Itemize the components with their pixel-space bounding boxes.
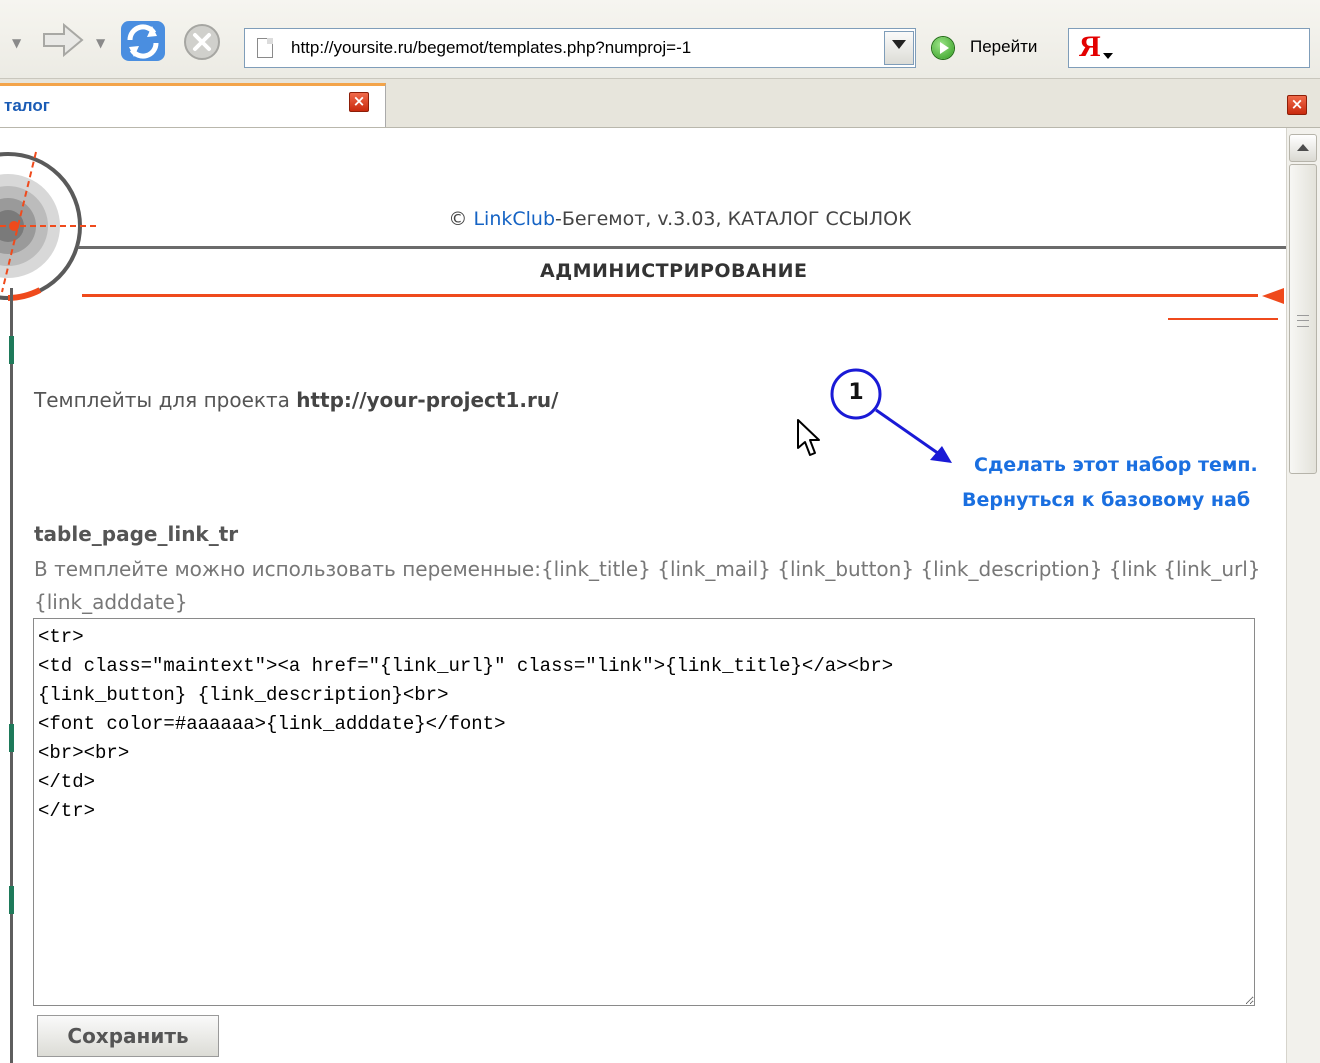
search-box[interactable]: Я [1068, 28, 1310, 68]
close-tab-icon[interactable]: × [349, 92, 369, 112]
template-name: table_page_link_tr [34, 522, 239, 546]
copyright-prefix: © [448, 208, 474, 230]
scroll-grip-icon [1297, 315, 1309, 327]
project-url: http://your-project1.ru/ [296, 388, 559, 412]
templates-for-text: Темплейты для проекта http://your-projec… [34, 388, 558, 412]
left-rule-marker [9, 724, 14, 752]
left-rule-marker [9, 336, 14, 364]
red-divider-short [1168, 318, 1278, 320]
vertical-scrollbar[interactable] [1286, 128, 1320, 1063]
copyright-line: © LinkClub-Бегемот, v.3.03, КАТАЛОГ ССЫЛ… [0, 208, 1286, 230]
forward-dropdown-icon[interactable]: ▼ [96, 36, 105, 50]
save-button[interactable]: Сохранить [37, 1015, 219, 1057]
admin-title: АДМИНИСТРИРОВАНИЕ [540, 260, 808, 282]
go-icon [932, 37, 954, 59]
go-label: Перейти [970, 37, 1038, 56]
scroll-up-button[interactable] [1289, 134, 1317, 162]
template-variables-hint: В темплейте можно использовать переменны… [34, 557, 1261, 614]
tab-title: талог [4, 96, 50, 115]
address-bar[interactable]: http://yoursite.ru/begemot/templates.php… [244, 28, 916, 68]
mouse-cursor-icon [797, 419, 820, 456]
tab-bar: талог × × [0, 79, 1320, 128]
forward-arrow-icon[interactable] [40, 20, 86, 60]
address-dropdown-button[interactable] [884, 31, 914, 65]
copyright-text: -Бегемот, v.3.03, КАТАЛОГ ССЫЛОК [555, 208, 912, 230]
back-dropdown-icon[interactable]: ▼ [12, 36, 21, 50]
browser-toolbar: ▼ ▼ http://yoursite.ru/begemot/templates… [0, 0, 1320, 79]
yandex-logo-icon[interactable]: Я [1079, 31, 1101, 63]
address-url[interactable]: http://yoursite.ru/begemot/templates.php… [291, 38, 691, 58]
page-content: © LinkClub-Бегемот, v.3.03, КАТАЛОГ ССЫЛ… [0, 128, 1286, 1063]
stop-icon[interactable] [182, 22, 222, 62]
arrow-left-icon [1262, 288, 1284, 304]
templates-for-label: Темплейты для проекта [34, 388, 297, 412]
go-button[interactable]: Перейти [930, 33, 1060, 65]
search-engine-dropdown-icon[interactable] [1103, 53, 1113, 59]
page-icon [257, 38, 273, 58]
make-set-link[interactable]: Сделать этот набор темп. [974, 454, 1258, 476]
chevron-down-icon [892, 40, 906, 49]
left-rule [10, 288, 13, 1063]
refresh-icon[interactable] [118, 18, 168, 64]
chevron-up-icon [1297, 144, 1309, 151]
header-divider [78, 246, 1286, 249]
left-rule-marker [9, 886, 14, 914]
close-all-tabs-icon[interactable]: × [1287, 95, 1307, 115]
return-to-base-link[interactable]: Вернуться к базовому наб [962, 489, 1250, 511]
template-code-textarea[interactable]: <tr> <td class="maintext"><a href="{link… [33, 618, 1255, 1006]
tab-catalog[interactable]: талог × [0, 83, 386, 127]
linkclub-link[interactable]: LinkClub [473, 208, 555, 230]
red-divider [82, 294, 1258, 297]
scroll-thumb[interactable] [1289, 164, 1317, 474]
annotation-number: 1 [848, 380, 864, 405]
